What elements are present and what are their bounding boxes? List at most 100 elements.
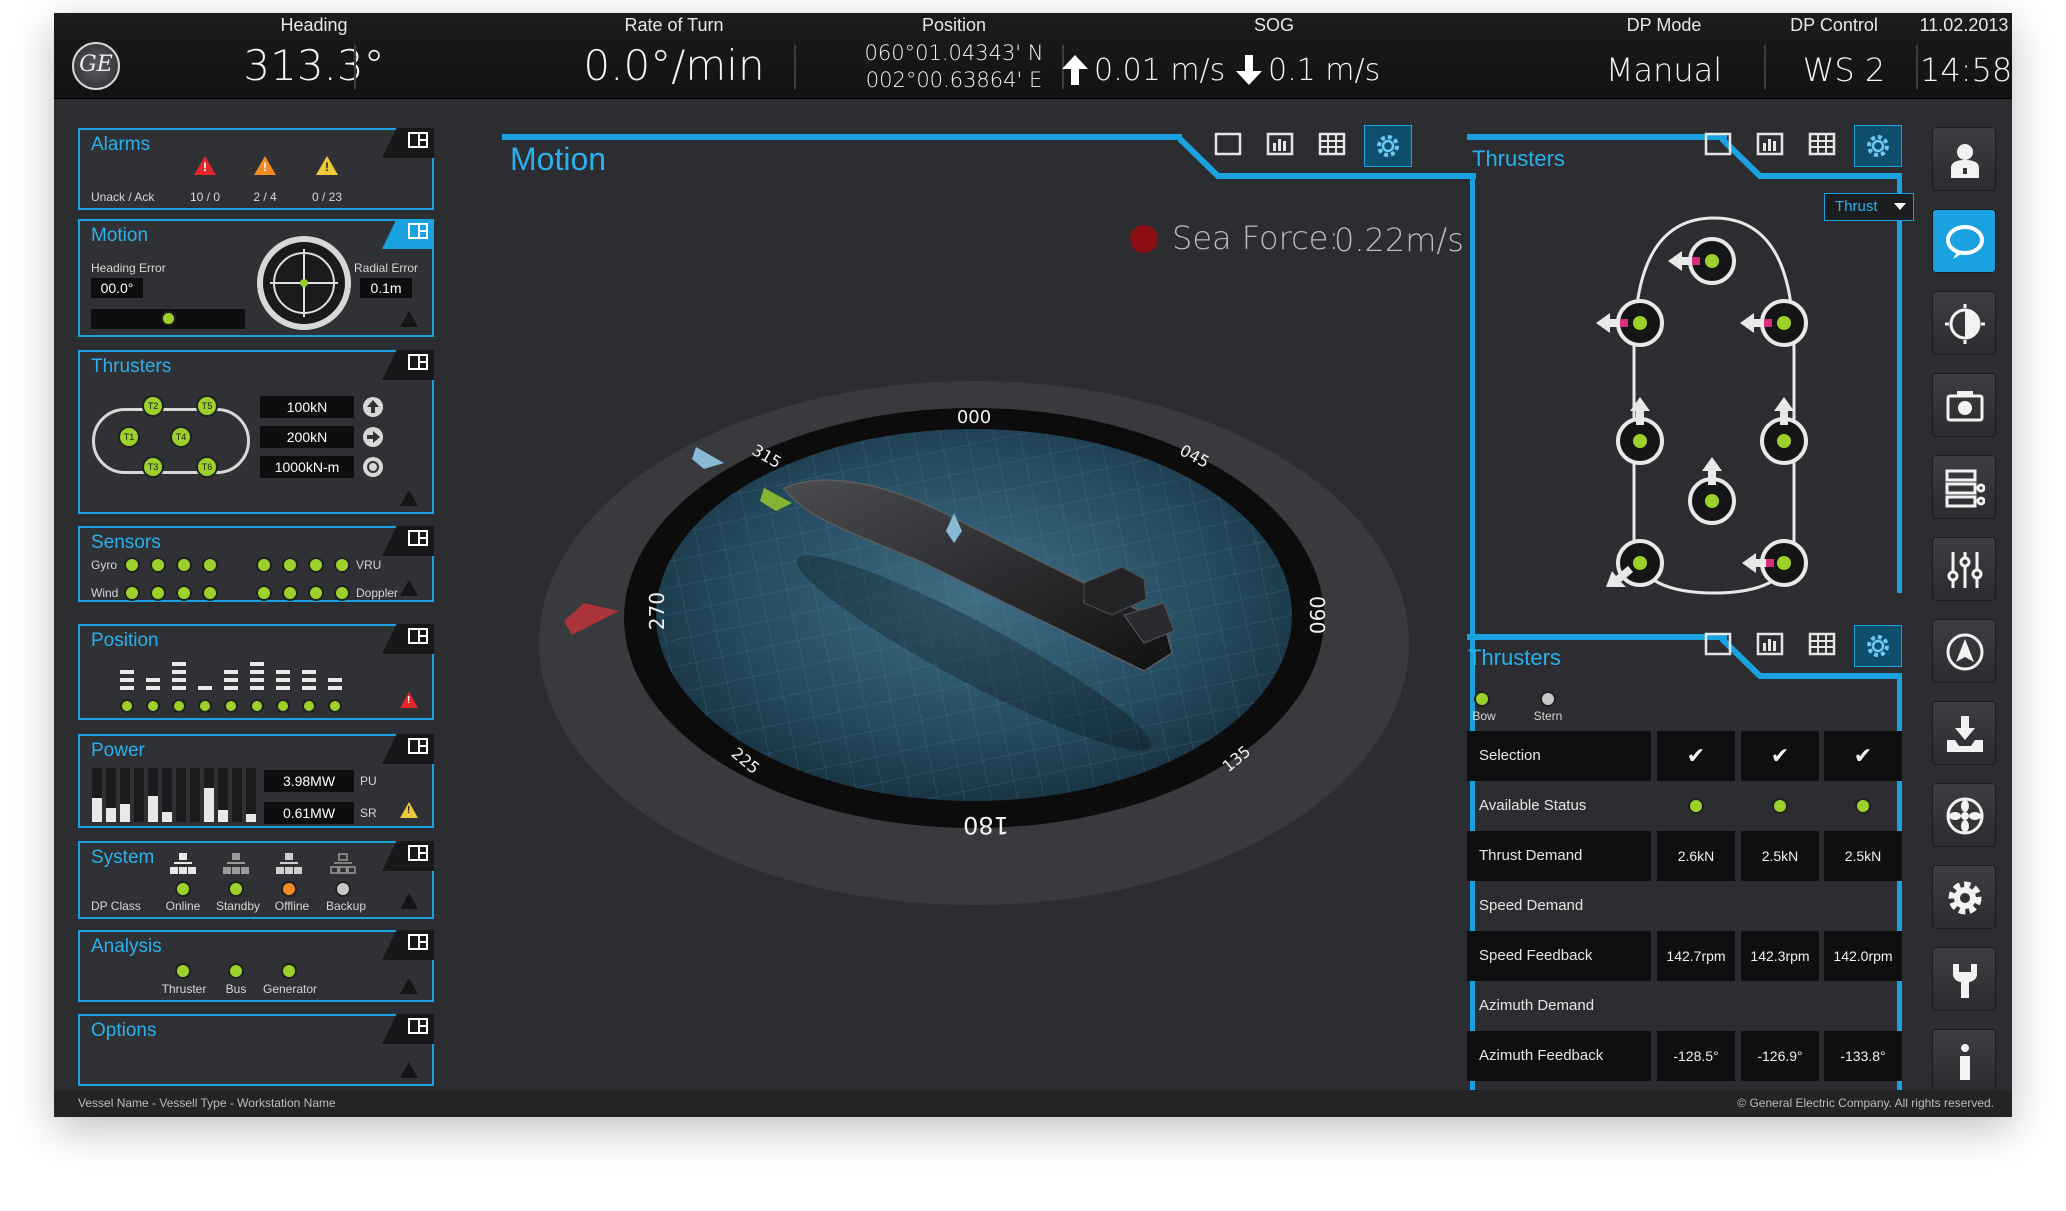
panel-tab[interactable]: [382, 930, 434, 960]
alarm-caution-icon[interactable]: !: [400, 802, 418, 818]
thrusters-top-border: [1897, 173, 1902, 593]
stern-indicator: [1542, 693, 1554, 705]
bow-indicator: [1476, 693, 1488, 705]
panel-tab[interactable]: [382, 219, 434, 249]
view-single-icon[interactable]: [1214, 131, 1242, 157]
dp-mode-value[interactable]: Manual: [1564, 51, 1764, 89]
arrow-up-icon: [1062, 55, 1088, 85]
options-panel[interactable]: Options: [78, 1014, 434, 1086]
wrench-icon: [1953, 964, 1977, 998]
thrusters-mini-panel[interactable]: Thrusters T2 T5 T1 T4 T3 T6 100kN 200kN …: [78, 350, 434, 514]
alarm-count-critical: 10 / 0: [189, 190, 221, 204]
footer-copyright: © General Electric Company. All rights r…: [1737, 1096, 1994, 1110]
user-button[interactable]: [1932, 127, 1996, 191]
chart-icon[interactable]: [1756, 131, 1784, 157]
controls-button[interactable]: [1932, 537, 1996, 601]
table-icon[interactable]: [1318, 131, 1346, 157]
list-view-button[interactable]: [1932, 455, 1996, 519]
panel-tab[interactable]: [382, 128, 434, 158]
position-panel[interactable]: Position !: [78, 624, 434, 720]
row-label: Azimuth Feedback: [1467, 1031, 1651, 1081]
sog-up-value: 0.01 m/s: [1094, 53, 1226, 88]
arrow-right-circle-icon: [363, 427, 383, 447]
ge-logo-mark: GE: [79, 52, 113, 77]
chart-icon[interactable]: [1756, 631, 1784, 657]
thrust-demand-value[interactable]: 2.5kN: [1741, 831, 1819, 881]
sensor-indicator: [336, 587, 348, 599]
brightness-button[interactable]: [1932, 291, 1996, 355]
alarm-warning-icon[interactable]: !: [254, 156, 276, 175]
row-label: Selection: [1467, 731, 1651, 781]
table-icon[interactable]: [1808, 631, 1836, 657]
table-row-azimuth-feedback: Azimuth Feedback -128.5° -126.9° -133.8°: [1467, 1031, 1902, 1081]
thrusters-button[interactable]: [1932, 783, 1996, 847]
alarm-critical-icon[interactable]: !: [194, 156, 216, 175]
panel-tab[interactable]: [382, 624, 434, 654]
panel-tab[interactable]: [382, 350, 434, 380]
speed-feedback-value: 142.3rpm: [1741, 931, 1819, 981]
gear-icon: [1867, 135, 1889, 157]
sensors-panel[interactable]: Sensors Gyro Wind VRU Doppler: [78, 526, 434, 602]
thruster-t4-indicator: T4: [172, 428, 190, 446]
dp-control-value[interactable]: WS 2: [1774, 51, 1914, 89]
table-icon[interactable]: [1808, 131, 1836, 157]
sensor-indicator: [152, 559, 164, 571]
view-single-icon[interactable]: [1704, 131, 1732, 157]
download-button[interactable]: [1932, 701, 1996, 765]
position-bars-chart: [120, 662, 342, 713]
alarm-count-caution: 0 / 23: [311, 190, 343, 204]
status-online-indicator: [177, 883, 189, 895]
thruster-layout-outline: [92, 408, 250, 474]
panel-tab[interactable]: [382, 1014, 434, 1044]
speed-feedback-value: 142.7rpm: [1657, 931, 1735, 981]
sea-force-label: Sea Force:: [1172, 219, 1340, 257]
motion-title: Motion: [510, 141, 607, 177]
motion-panel[interactable]: Motion Heading Error 00.0° Radial Error …: [78, 219, 434, 337]
panel-title: Thrusters: [91, 356, 172, 377]
selection-checkbox[interactable]: ✔: [1824, 731, 1902, 781]
selection-checkbox[interactable]: ✔: [1741, 731, 1819, 781]
info-button[interactable]: [1932, 1029, 1996, 1093]
radial-error-gauge: [257, 236, 351, 330]
alarm-critical-icon[interactable]: !: [400, 692, 418, 708]
maintenance-button[interactable]: [1932, 947, 1996, 1011]
propeller-icon: [1946, 797, 1984, 835]
compass-label-090: 090: [1305, 596, 1329, 634]
sensor-indicator: [258, 587, 270, 599]
selection-checkbox[interactable]: ✔: [1657, 731, 1735, 781]
info-icon: [1960, 1044, 1970, 1080]
download-tray-icon: [1947, 716, 1983, 752]
chart-icon[interactable]: [1266, 131, 1294, 157]
motion-view-button[interactable]: [1932, 209, 1996, 273]
panel-tab[interactable]: [382, 526, 434, 556]
heading-error-label: Heading Error: [91, 261, 166, 275]
thrust-demand-value[interactable]: 2.6kN: [1657, 831, 1735, 881]
dp-class-label: DP Class: [91, 899, 141, 913]
analysis-panel[interactable]: Analysis Thruster Bus Generator: [78, 930, 434, 1002]
header-divider: [794, 45, 796, 89]
settings-view-button[interactable]: [1854, 125, 1902, 167]
user-icon: [1951, 144, 1979, 178]
layout-icon: [408, 1018, 428, 1034]
state-online-label: Online: [165, 899, 201, 913]
camera-button[interactable]: [1932, 373, 1996, 437]
settings-button[interactable]: [1932, 865, 1996, 929]
analysis-thruster-label: Thruster: [161, 982, 207, 996]
motion-panel-border: [1226, 173, 1476, 179]
navigation-button[interactable]: [1932, 619, 1996, 683]
settings-view-button[interactable]: [1854, 625, 1902, 667]
alarms-panel[interactable]: Alarms ! ! ! Unack / Ack 10 / 0 2 / 4 0 …: [78, 128, 434, 210]
doppler-label: Doppler: [356, 586, 399, 600]
arrow-down-icon: [1236, 55, 1262, 85]
alarm-caution-icon[interactable]: !: [316, 156, 338, 175]
gear-icon: [1867, 635, 1889, 657]
compass-label-270: 270: [645, 592, 669, 630]
settings-view-button[interactable]: [1364, 125, 1412, 167]
view-single-icon[interactable]: [1704, 631, 1732, 657]
thrust-demand-value[interactable]: 2.5kN: [1824, 831, 1902, 881]
panel-tab[interactable]: [382, 734, 434, 764]
system-panel[interactable]: System DP Class Online Standby Offline B…: [78, 841, 434, 919]
power-panel[interactable]: Power 3.98MW PU 0.61MW SR !: [78, 734, 434, 828]
panel-tab[interactable]: [382, 841, 434, 871]
panel-title: Alarms: [91, 134, 151, 155]
